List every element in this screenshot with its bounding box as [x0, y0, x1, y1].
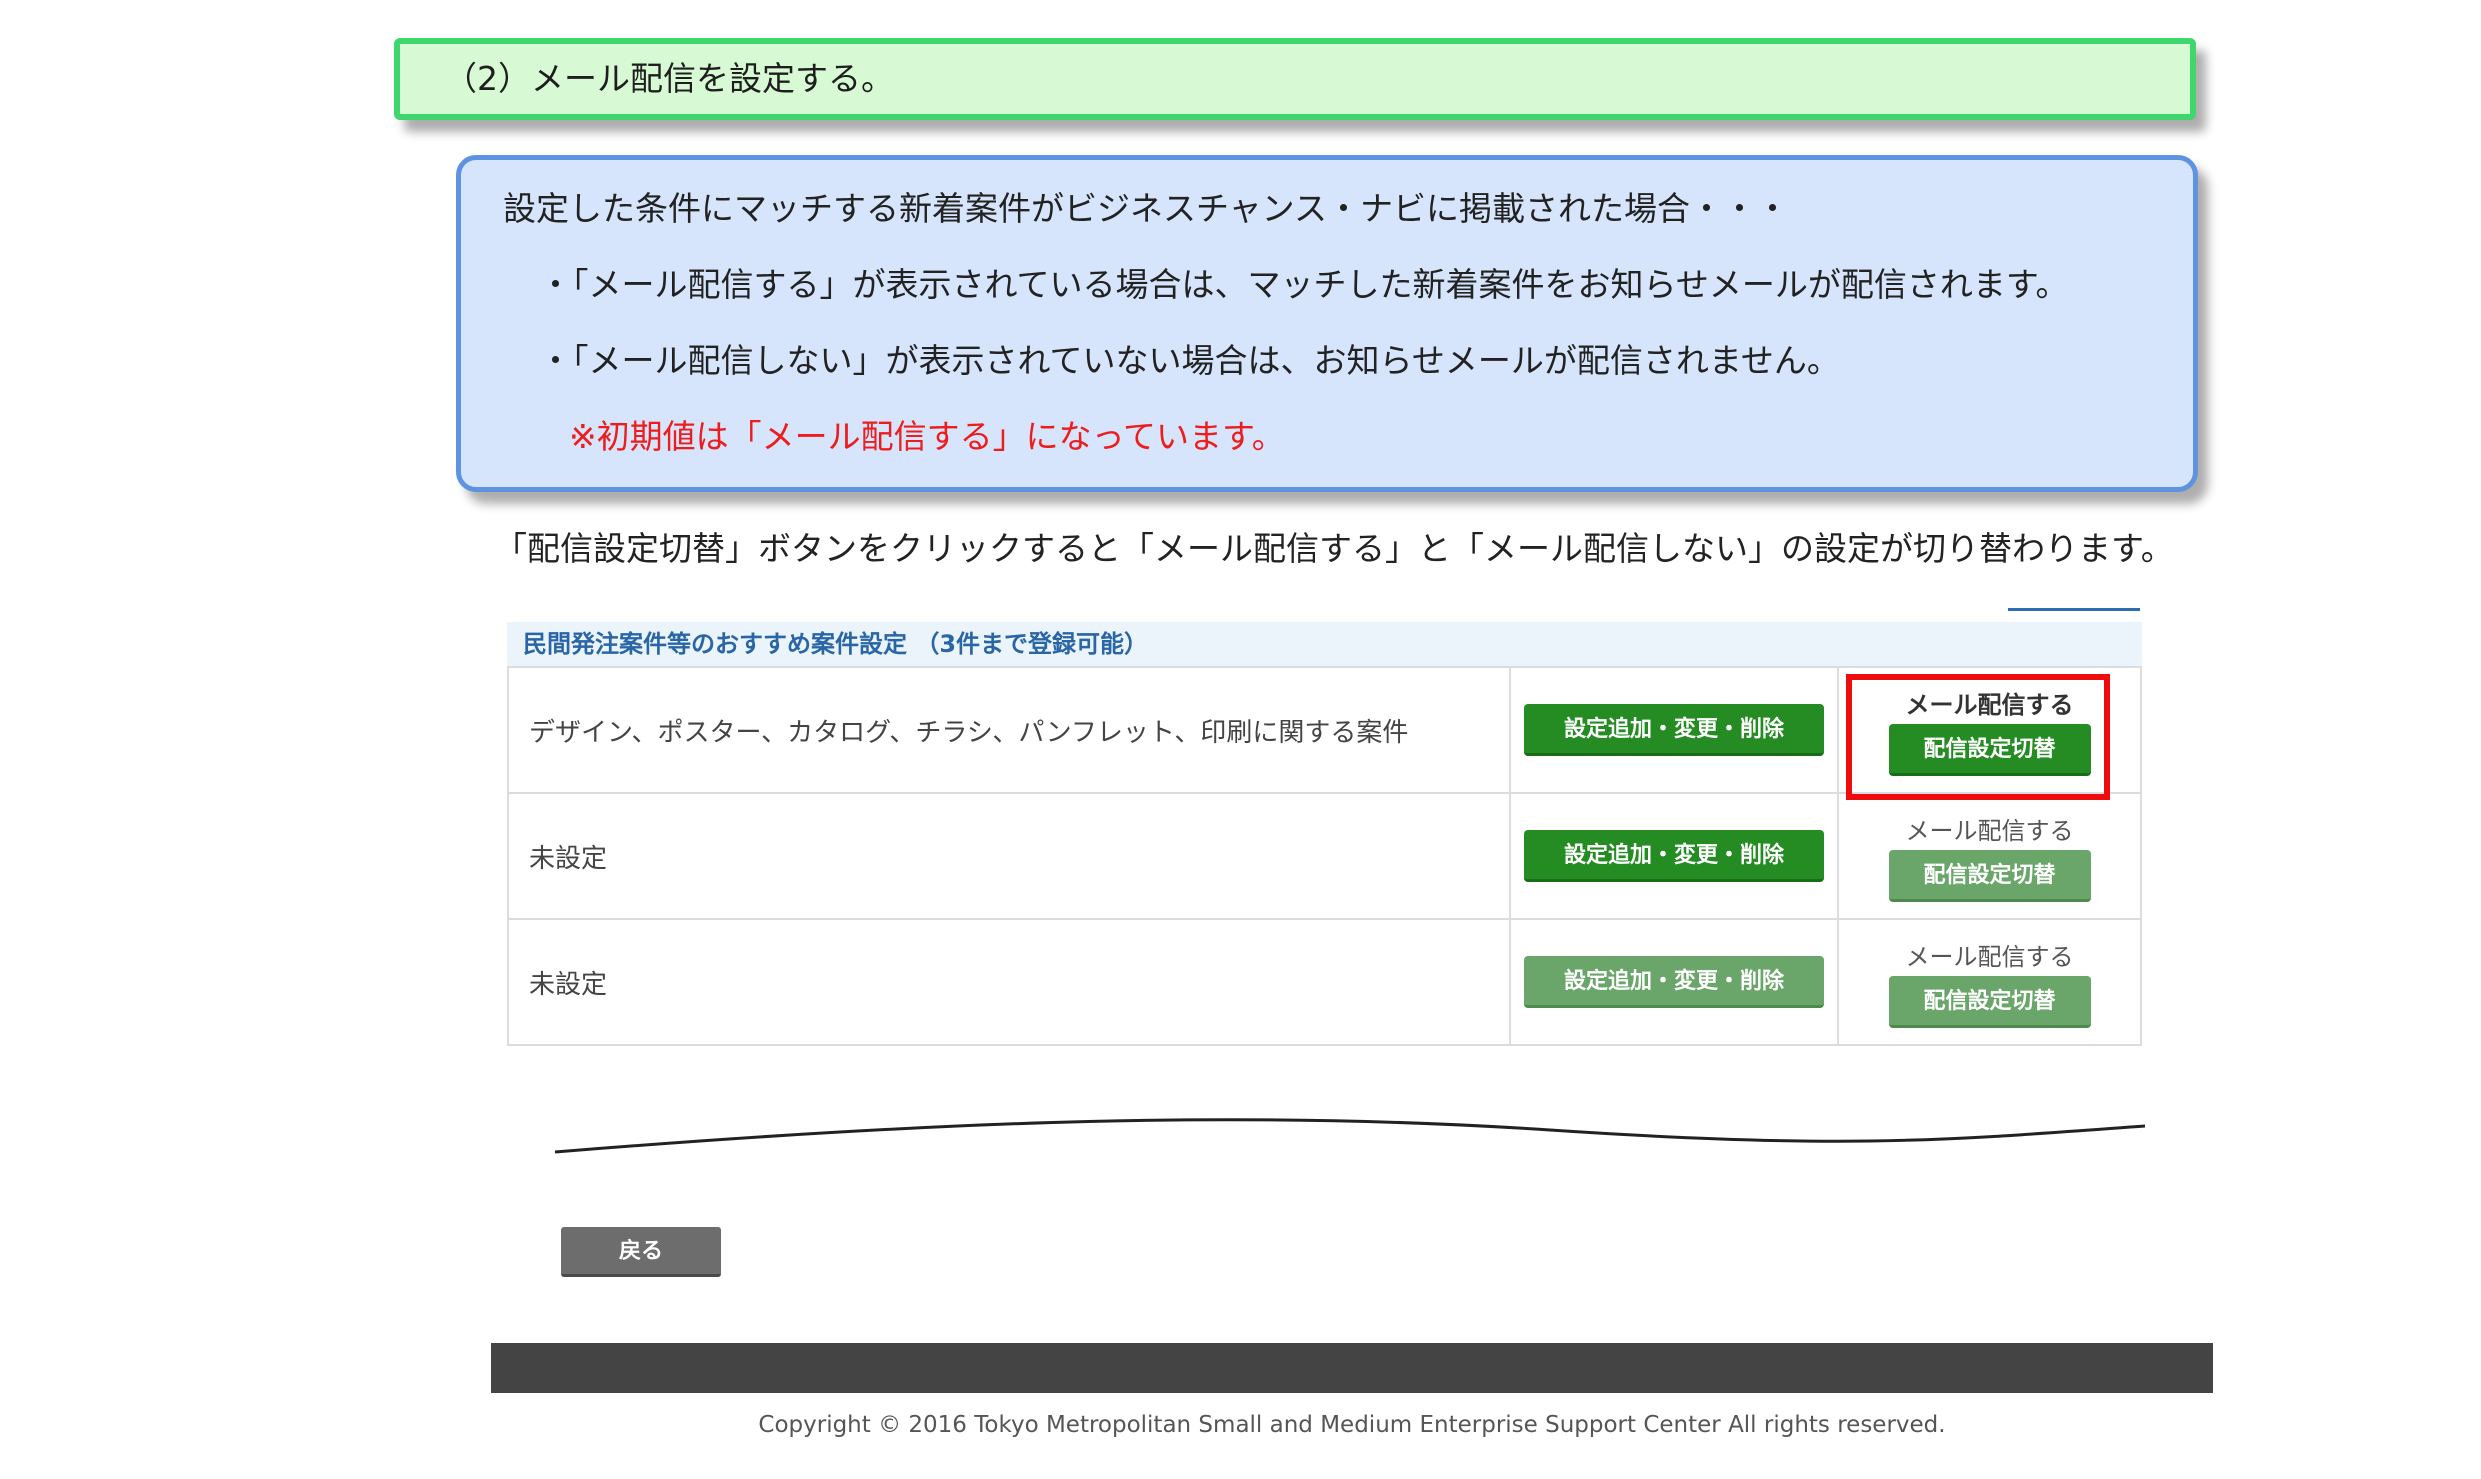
mail-cell: メール配信する 配信設定切替	[1837, 918, 2142, 1046]
decorative-rule	[2008, 608, 2140, 611]
info-note: ※初期値は「メール配信する」になっています。	[569, 417, 1285, 456]
toggle-mail-button[interactable]: 配信設定切替	[1888, 975, 2091, 1028]
mail-setting-group: メール配信する 配信設定切替	[1863, 803, 2117, 910]
mail-cell: メール配信する 配信設定切替	[1837, 792, 2142, 920]
info-line-2: ・「メール配信する」が表示されている場合は、マッチした新着案件をお知らせメールが…	[539, 265, 2069, 304]
condition-cell: 未設定	[507, 792, 1511, 920]
edit-cell: 設定追加・変更・削除	[1509, 918, 1839, 1046]
edit-cell: 設定追加・変更・削除	[1509, 792, 1839, 920]
highlight-frame	[1846, 674, 2110, 800]
condition-cell: デザイン、ポスター、カタログ、チラシ、パンフレット、印刷に関する案件	[507, 666, 1511, 794]
back-button[interactable]: 戻る	[561, 1227, 721, 1277]
edit-conditions-button[interactable]: 設定追加・変更・削除	[1524, 830, 1824, 882]
mail-status-text: メール配信する	[1905, 942, 2074, 971]
condition-cell: 未設定	[507, 918, 1511, 1046]
edit-conditions-button[interactable]: 設定追加・変更・削除	[1524, 704, 1824, 756]
info-callout: 設定した条件にマッチする新着案件がビジネスチャンス・ナビに掲載された場合・・・ …	[456, 155, 2198, 492]
edit-cell: 設定追加・変更・削除	[1509, 666, 1839, 794]
toggle-mail-button[interactable]: 配信設定切替	[1888, 849, 2091, 902]
edit-conditions-button[interactable]: 設定追加・変更・削除	[1524, 956, 1824, 1008]
panel-title: 民間発注案件等のおすすめ案件設定 （3件まで登録可能）	[507, 622, 2142, 666]
section-heading-text: （2）メール配信を設定する。	[444, 59, 894, 98]
instruction-text: 「配信設定切替」ボタンをクリックすると「メール配信する」と「メール配信しない」の…	[494, 529, 2174, 568]
section-heading: （2）メール配信を設定する。	[394, 38, 2196, 120]
table-row: 未設定 設定追加・変更・削除 メール配信する 配信設定切替	[507, 792, 2142, 920]
info-line-3: ・「メール配信しない」が表示されていない場合は、お知らせメールが配信されません。	[539, 341, 1840, 380]
table-row: 未設定 設定追加・変更・削除 メール配信する 配信設定切替	[507, 918, 2142, 1046]
section-break-wave	[554, 1118, 2146, 1154]
mail-status-text: メール配信する	[1905, 816, 2074, 845]
mail-setting-group: メール配信する 配信設定切替	[1863, 929, 2117, 1036]
info-line-1: 設定した条件にマッチする新着案件がビジネスチャンス・ナビに掲載された場合・・・	[503, 189, 1790, 228]
copyright-text: Copyright © 2016 Tokyo Metropolitan Smal…	[758, 1412, 1946, 1438]
footer-bar	[491, 1343, 2213, 1393]
